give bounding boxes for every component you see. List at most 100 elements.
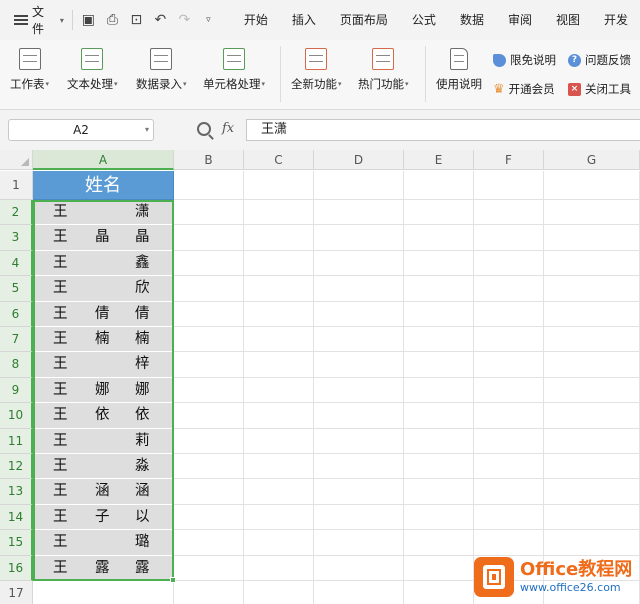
empty-cell[interactable] [404, 581, 474, 604]
empty-cell[interactable] [544, 276, 640, 302]
row-header[interactable]: 11 [0, 428, 33, 454]
name-cell[interactable]: 王淼 [33, 454, 174, 480]
empty-cell[interactable] [244, 352, 314, 378]
empty-cell[interactable] [314, 530, 404, 556]
row-header[interactable]: 13 [0, 479, 33, 505]
empty-cell[interactable] [244, 250, 314, 277]
row-header[interactable]: 14 [0, 504, 33, 531]
empty-cell[interactable] [314, 555, 404, 581]
empty-cell[interactable] [474, 479, 544, 505]
print-preview-icon[interactable]: ⊡ [129, 12, 144, 28]
header-cell-name[interactable]: 姓名 [33, 171, 174, 200]
empty-cell[interactable] [314, 250, 404, 277]
empty-cell[interactable] [404, 200, 474, 226]
worksheet-button[interactable]: 工作表▾ [10, 48, 49, 92]
empty-cell[interactable] [404, 454, 474, 480]
name-cell[interactable]: 王梓 [33, 352, 174, 378]
empty-cell[interactable] [314, 504, 404, 531]
row-header[interactable]: 4 [0, 250, 33, 277]
empty-cell[interactable] [474, 504, 544, 531]
empty-cell[interactable] [404, 377, 474, 404]
empty-cell[interactable] [174, 327, 244, 353]
zoom-icon[interactable] [197, 122, 211, 136]
empty-cell[interactable] [174, 428, 244, 454]
empty-cell[interactable] [244, 200, 314, 226]
empty-cell[interactable] [244, 301, 314, 327]
empty-cell[interactable] [314, 454, 404, 480]
empty-cell[interactable] [544, 352, 640, 378]
empty-cell[interactable] [404, 479, 474, 505]
empty-cell[interactable] [174, 479, 244, 505]
empty-cell[interactable] [244, 428, 314, 454]
empty-cell[interactable] [174, 377, 244, 404]
empty-cell[interactable] [174, 200, 244, 226]
empty-cell[interactable] [244, 276, 314, 302]
empty-cell[interactable] [544, 301, 640, 327]
empty-cell[interactable] [404, 225, 474, 251]
empty-cell[interactable] [544, 250, 640, 277]
empty-cell[interactable] [474, 352, 544, 378]
spreadsheet-grid[interactable]: A B C D E F G 1 姓名 2 王潇 3 王晶晶 4 王鑫 5 王欣 6 王倩倩 7 王楠楠 8 王梓 9 王娜娜 10… [0, 150, 640, 604]
menu-tab[interactable]: 开发 [592, 0, 640, 40]
empty-cell[interactable] [244, 403, 314, 429]
redo-icon[interactable]: ↷ [177, 12, 192, 28]
empty-cell[interactable] [404, 327, 474, 353]
empty-cell[interactable] [404, 250, 474, 277]
empty-cell[interactable] [314, 479, 404, 505]
row-header[interactable]: 5 [0, 276, 33, 302]
empty-cell[interactable] [174, 171, 244, 200]
empty-cell[interactable] [544, 479, 640, 505]
empty-cell[interactable] [474, 276, 544, 302]
column-header-d[interactable]: D [314, 150, 404, 170]
empty-cell[interactable] [174, 454, 244, 480]
empty-cell[interactable] [174, 250, 244, 277]
open-member-link[interactable]: ♛ 开通会员 [493, 81, 555, 97]
save-icon[interactable]: ▣ [81, 12, 96, 28]
undo-icon[interactable]: ↶ [153, 12, 168, 28]
empty-cell[interactable] [244, 581, 314, 604]
empty-cell[interactable] [314, 171, 404, 200]
row-header[interactable]: 10 [0, 403, 33, 429]
name-cell[interactable]: 王莉 [33, 428, 174, 454]
cell-process-button[interactable]: 单元格处理▾ [203, 48, 265, 92]
row-header[interactable]: 3 [0, 225, 33, 251]
column-header-f[interactable]: F [474, 150, 544, 170]
empty-cell[interactable] [244, 171, 314, 200]
name-box[interactable]: A2 ▾ [8, 119, 154, 141]
empty-cell[interactable] [33, 581, 174, 604]
column-header-e[interactable]: E [404, 150, 474, 170]
empty-cell[interactable] [314, 225, 404, 251]
name-cell[interactable]: 王涵涵 [33, 479, 174, 505]
empty-cell[interactable] [544, 171, 640, 200]
empty-cell[interactable] [314, 428, 404, 454]
empty-cell[interactable] [174, 352, 244, 378]
empty-cell[interactable] [404, 504, 474, 531]
empty-cell[interactable] [244, 327, 314, 353]
empty-cell[interactable] [244, 530, 314, 556]
name-cell[interactable]: 王娜娜 [33, 377, 174, 404]
empty-cell[interactable] [174, 555, 244, 581]
new-feature-button[interactable]: 全新功能▾ [291, 48, 342, 92]
empty-cell[interactable] [474, 454, 544, 480]
empty-cell[interactable] [314, 327, 404, 353]
row-header[interactable]: 7 [0, 327, 33, 353]
name-cell[interactable]: 王鑫 [33, 250, 174, 277]
empty-cell[interactable] [314, 276, 404, 302]
close-tool-link[interactable]: × 关闭工具 [568, 81, 631, 97]
row-header[interactable]: 6 [0, 301, 33, 327]
row-header[interactable]: 15 [0, 530, 33, 556]
text-process-button[interactable]: 文本处理▾ [67, 48, 118, 92]
name-cell[interactable]: 王倩倩 [33, 301, 174, 327]
column-header-c[interactable]: C [244, 150, 314, 170]
row-header[interactable]: 9 [0, 377, 33, 404]
empty-cell[interactable] [544, 403, 640, 429]
menu-tab[interactable]: 公式 [400, 0, 448, 40]
empty-cell[interactable] [174, 504, 244, 531]
empty-cell[interactable] [474, 403, 544, 429]
empty-cell[interactable] [244, 555, 314, 581]
name-cell[interactable]: 王楠楠 [33, 327, 174, 353]
column-header-a[interactable]: A [33, 150, 174, 170]
empty-cell[interactable] [474, 171, 544, 200]
empty-cell[interactable] [314, 581, 404, 604]
empty-cell[interactable] [544, 225, 640, 251]
